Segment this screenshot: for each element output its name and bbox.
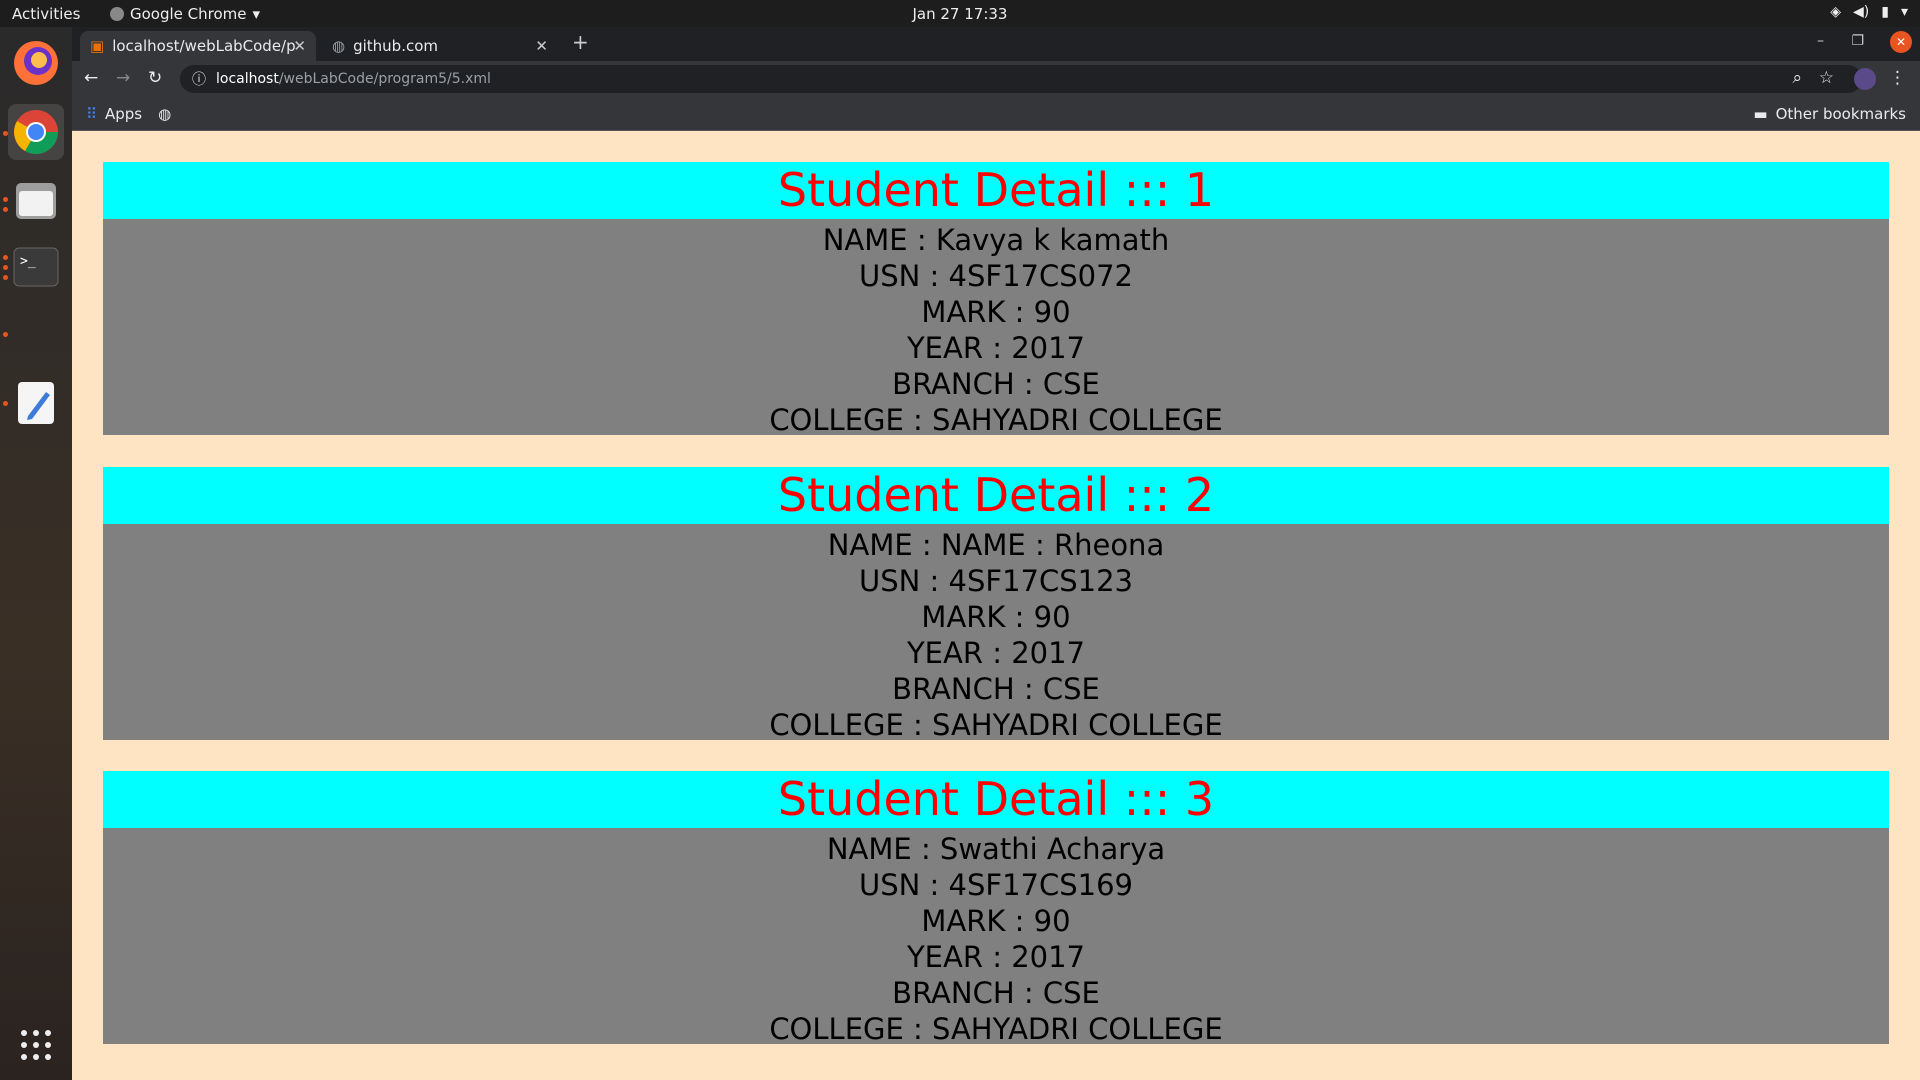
tab-localhost[interactable]: ▣ localhost/webLabCode/p ✕ — [80, 31, 316, 61]
wifi-icon: ◈ — [1830, 4, 1842, 20]
folder-icon: ▬ — [1753, 105, 1768, 123]
zoom-icon[interactable]: ⌕ — [1792, 68, 1802, 88]
bookmark-apps[interactable]: ⠿ Apps ◍ — [86, 105, 171, 123]
dock-firefox[interactable] — [8, 35, 64, 91]
new-tab-button[interactable]: + — [572, 30, 589, 54]
running-indicator — [3, 265, 8, 270]
running-indicator — [3, 332, 8, 337]
minimize-button[interactable]: – — [1817, 33, 1824, 49]
student-year: YEAR : 2017 — [906, 331, 1086, 365]
tab-label: github.com — [353, 37, 439, 55]
student-details: NAME : Swathi Acharya USN : 4SF17CS169 M… — [103, 828, 1889, 1046]
browser-window: ▣ localhost/webLabCode/p ✕ ◍ github.com … — [72, 27, 1920, 131]
apps-grid-icon: ⠿ — [86, 105, 97, 123]
globe-icon[interactable]: ◍ — [158, 105, 171, 123]
restore-button[interactable]: ❐ — [1851, 33, 1864, 49]
address-bar[interactable]: ⓘ localhost/webLabCode/program5/5.xml — [180, 65, 1862, 93]
student-name: NAME : Kavya k kamath — [822, 223, 1170, 257]
running-indicator — [3, 275, 8, 280]
student-usn: USN : 4SF17CS072 — [859, 259, 1133, 293]
student-title: Student Detail ::: 1 — [103, 162, 1889, 219]
student-college: COLLEGE : SAHYADRI COLLEGE — [769, 1012, 1223, 1046]
student-year: YEAR : 2017 — [906, 940, 1086, 974]
system-top-bar: Activities Google Chrome ▾ Jan 27 17:33 … — [0, 0, 1920, 27]
running-indicator — [3, 131, 8, 136]
svg-text:>_: >_ — [20, 254, 36, 269]
app-grid-icon — [21, 1030, 51, 1060]
student-year: YEAR : 2017 — [906, 636, 1086, 670]
avatar[interactable] — [1854, 68, 1876, 90]
browser-toolbar: ← → ↻ ⓘ localhost/webLabCode/program5/5.… — [72, 61, 1920, 97]
globe-icon: ◍ — [332, 37, 346, 55]
student-title: Student Detail ::: 3 — [103, 771, 1889, 828]
student-card: Student Detail ::: 1 NAME : Kavya k kama… — [103, 162, 1889, 437]
forward-arrow-icon[interactable]: → — [116, 68, 130, 88]
student-mark: MARK : 90 — [921, 904, 1071, 938]
running-indicator — [3, 197, 8, 202]
student-details: NAME : Kavya k kamath USN : 4SF17CS072 M… — [103, 219, 1889, 437]
student-card: Student Detail ::: 2 NAME : NAME : Rheon… — [103, 467, 1889, 742]
menu-kebab-icon[interactable]: ⋮ — [1889, 68, 1906, 88]
dock-chrome[interactable] — [8, 104, 64, 160]
bookmark-apps-label: Apps — [105, 105, 143, 123]
close-tab-icon[interactable]: ✕ — [293, 37, 306, 55]
tab-label: localhost/webLabCode/p — [112, 37, 296, 55]
student-usn: USN : 4SF17CS123 — [859, 564, 1133, 598]
other-bookmarks[interactable]: ▬ Other bookmarks — [1753, 105, 1906, 123]
volume-icon: ◀) — [1853, 4, 1870, 20]
folder-icon — [16, 183, 56, 219]
running-indicator — [3, 255, 8, 260]
back-arrow-icon[interactable]: ← — [84, 68, 98, 88]
terminal-icon: >_ — [13, 247, 59, 287]
reload-icon[interactable]: ↻ — [148, 68, 162, 88]
text-editor-icon — [18, 382, 54, 424]
battery-icon: ▮ — [1881, 4, 1889, 20]
student-name: NAME : NAME : Rheona — [827, 528, 1165, 562]
other-bookmarks-label: Other bookmarks — [1775, 105, 1906, 123]
dock: >_ — [0, 27, 72, 1080]
student-usn: USN : 4SF17CS169 — [859, 868, 1133, 902]
running-indicator — [3, 401, 8, 406]
student-branch: BRANCH : CSE — [892, 672, 1100, 706]
student-branch: BRANCH : CSE — [892, 976, 1100, 1010]
chrome-icon — [14, 110, 58, 154]
close-tab-icon[interactable]: ✕ — [535, 37, 548, 55]
firefox-icon — [14, 41, 58, 85]
student-name: NAME : Swathi Acharya — [826, 832, 1166, 866]
dock-files[interactable] — [8, 172, 64, 228]
bookmarks-bar: ⠿ Apps ◍ ▬ Other bookmarks — [72, 97, 1920, 131]
star-icon[interactable]: ☆ — [1819, 68, 1834, 88]
student-college: COLLEGE : SAHYADRI COLLEGE — [769, 708, 1223, 742]
dock-terminal[interactable]: >_ — [8, 239, 64, 295]
chevron-down-icon: ▾ — [1900, 4, 1908, 20]
show-applications-button[interactable] — [8, 1017, 64, 1073]
tab-strip: ▣ localhost/webLabCode/p ✕ ◍ github.com … — [72, 27, 1920, 61]
url-path: /webLabCode/program5/5.xml — [278, 71, 491, 87]
url-host: localhost — [216, 71, 279, 87]
close-window-button[interactable]: ✕ — [1890, 31, 1912, 53]
student-title: Student Detail ::: 2 — [103, 467, 1889, 524]
dock-text-editor[interactable] — [8, 375, 64, 431]
xml-file-icon: ▣ — [90, 37, 105, 55]
info-icon[interactable]: ⓘ — [192, 69, 206, 89]
student-card: Student Detail ::: 3 NAME : Swathi Achar… — [103, 771, 1889, 1046]
student-college: COLLEGE : SAHYADRI COLLEGE — [769, 403, 1223, 437]
page-content: Student Detail ::: 1 NAME : Kavya k kama… — [72, 131, 1920, 1080]
clock[interactable]: Jan 27 17:33 — [0, 5, 1920, 23]
student-details: NAME : NAME : Rheona USN : 4SF17CS123 MA… — [103, 524, 1889, 742]
system-tray[interactable]: ◈ ◀) ▮ ▾ — [1830, 4, 1908, 20]
student-mark: MARK : 90 — [921, 600, 1071, 634]
tab-github[interactable]: ◍ github.com ✕ — [322, 31, 558, 61]
student-branch: BRANCH : CSE — [892, 367, 1100, 401]
student-mark: MARK : 90 — [921, 295, 1071, 329]
running-indicator — [3, 207, 8, 212]
